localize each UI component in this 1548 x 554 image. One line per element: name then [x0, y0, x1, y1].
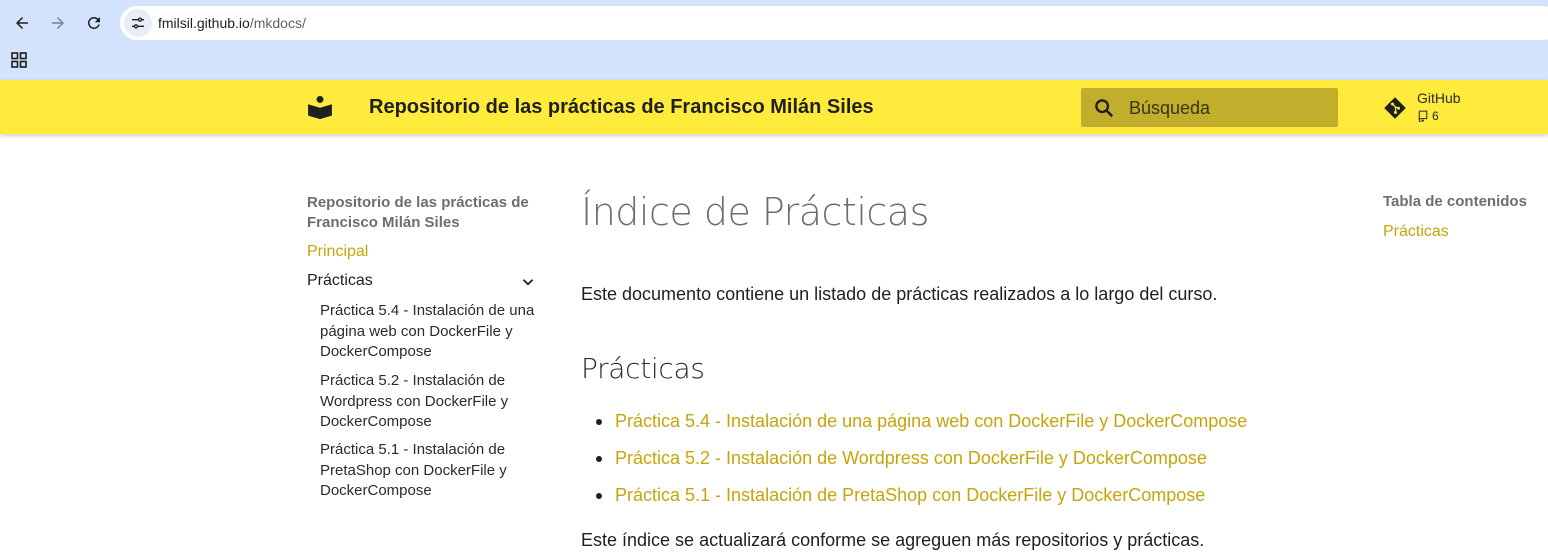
page-title: Índice de Prácticas	[581, 190, 929, 234]
section-heading-practicas: Prácticas	[581, 352, 705, 385]
site-title[interactable]: Repositorio de las prácticas de Francisc…	[369, 96, 874, 119]
git-icon	[1384, 97, 1406, 119]
site-info-button[interactable]	[124, 9, 152, 37]
repo-name: GitHub	[1417, 90, 1461, 106]
search-icon	[1095, 99, 1114, 118]
toc-title: Tabla de contenidos	[1383, 193, 1527, 210]
arrow-left-icon	[16, 17, 28, 29]
bullet-icon	[596, 456, 602, 462]
nav-title: Repositorio de las prácticas de Francisc…	[307, 194, 529, 231]
reload-icon	[87, 16, 100, 29]
browser-toolbar: fmilsil.github.io/mkdocs/	[0, 0, 1548, 80]
apps-grid-icon[interactable]	[11, 52, 27, 68]
intro-paragraph: Este documento contiene un listado de pr…	[581, 284, 1218, 304]
search-placeholder: Búsqueda	[1129, 98, 1211, 118]
address-bar[interactable]: fmilsil.github.io/mkdocs/	[120, 6, 1548, 40]
search-input[interactable]: Búsqueda	[1081, 88, 1338, 127]
outro-paragraph: Este índice se actualizará conforme se a…	[581, 530, 1205, 550]
nav-section-label: Prácticas	[307, 272, 373, 289]
chevron-down-icon	[522, 279, 534, 286]
url-text[interactable]: fmilsil.github.io/mkdocs/	[158, 15, 306, 31]
book-reader-logo-icon[interactable]	[307, 94, 333, 120]
nav-item-practica-5-4[interactable]: Práctica 5.4 - Instalación de una página…	[320, 301, 535, 363]
github-repo-link[interactable]: GitHub 6	[1383, 90, 1503, 126]
link-practica-5-2[interactable]: Práctica 5.2 - Instalación de Wordpress …	[615, 448, 1207, 469]
repo-forks-count: 6	[1432, 109, 1439, 123]
toc-item-practicas[interactable]: Prácticas	[1383, 223, 1449, 241]
link-practica-5-1[interactable]: Práctica 5.1 - Instalación de PretaShop …	[615, 485, 1205, 506]
nav-item-principal[interactable]: Principal	[307, 242, 368, 262]
nav-item-practica-5-1[interactable]: Práctica 5.1 - Instalación de PretaShop …	[320, 440, 535, 502]
site-header: Repositorio de las prácticas de Francisc…	[0, 80, 1548, 134]
bullet-icon	[596, 493, 602, 499]
reload-button[interactable]	[80, 9, 108, 37]
back-button[interactable]	[8, 9, 36, 37]
forward-button[interactable]	[44, 9, 72, 37]
url-host: fmilsil.github.io	[158, 15, 250, 31]
repo-stats: 6	[1417, 109, 1439, 123]
bullet-icon	[596, 419, 602, 425]
repo-icon	[1418, 110, 1428, 122]
url-path: /mkdocs/	[249, 15, 306, 31]
nav-section-practicas[interactable]: Prácticas	[307, 271, 537, 293]
link-practica-5-4[interactable]: Práctica 5.4 - Instalación de una página…	[615, 411, 1247, 432]
nav-item-practica-5-2[interactable]: Práctica 5.2 - Instalación de Wordpress …	[320, 371, 535, 433]
tune-icon	[132, 17, 144, 29]
arrow-right-icon	[52, 17, 64, 29]
